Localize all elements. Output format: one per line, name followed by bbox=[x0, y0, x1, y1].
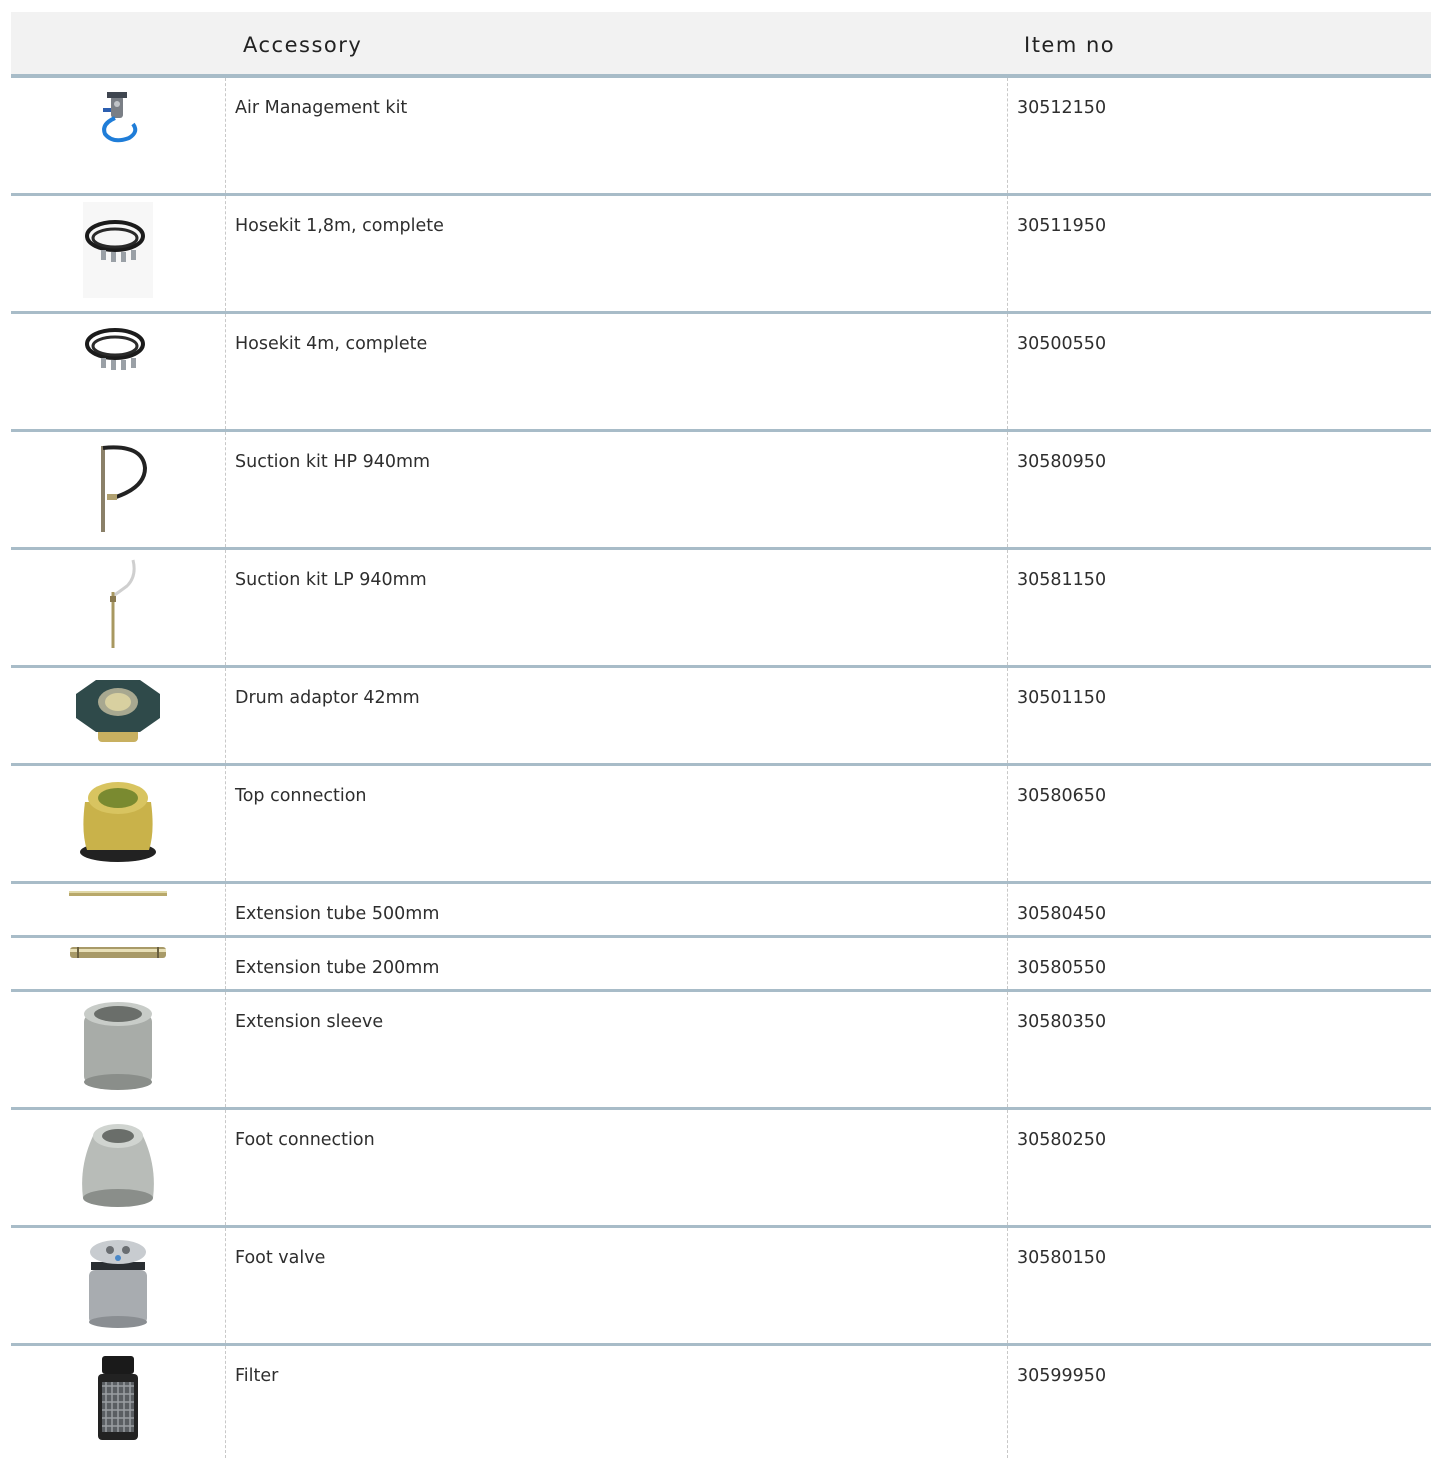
accessory-name: Extension tube 500mm bbox=[235, 904, 440, 924]
table-row: Extension tube 200mm 30580550 bbox=[11, 938, 1431, 992]
table-row: Filter 30599950 bbox=[11, 1346, 1431, 1458]
foot-connection-image bbox=[11, 1110, 225, 1225]
item-number: 30580150 bbox=[1017, 1248, 1107, 1268]
air-management-kit-image bbox=[11, 78, 225, 193]
filter-image bbox=[11, 1346, 225, 1458]
accessory-name: Top connection bbox=[235, 786, 367, 806]
table-header: Accessory Item no bbox=[11, 12, 1431, 78]
table-row: Foot valve 30580150 bbox=[11, 1228, 1431, 1346]
foot-valve-image bbox=[11, 1228, 225, 1343]
table-row: Hosekit 1,8m, complete 30511950 bbox=[11, 196, 1431, 314]
accessory-name: Extension sleeve bbox=[235, 1012, 384, 1032]
drum-adaptor-image bbox=[11, 668, 225, 763]
extension-tube-500-image bbox=[11, 884, 225, 935]
accessory-name: Air Management kit bbox=[235, 98, 408, 118]
item-number: 30580650 bbox=[1017, 786, 1107, 806]
item-number: 30501150 bbox=[1017, 688, 1107, 708]
item-number: 30580450 bbox=[1017, 904, 1107, 924]
item-number: 30580550 bbox=[1017, 958, 1107, 978]
extension-sleeve-image bbox=[11, 992, 225, 1107]
accessory-name: Filter bbox=[235, 1366, 279, 1386]
accessory-name: Foot valve bbox=[235, 1248, 326, 1268]
accessory-name: Suction kit HP 940mm bbox=[235, 452, 431, 472]
item-number: 30580250 bbox=[1017, 1130, 1107, 1150]
header-accessory: Accessory bbox=[243, 33, 363, 57]
top-connection-image bbox=[11, 766, 225, 881]
table-row: Suction kit LP 940mm 30581150 bbox=[11, 550, 1431, 668]
table-row: Foot connection 30580250 bbox=[11, 1110, 1431, 1228]
table-row: Air Management kit 30512150 bbox=[11, 78, 1431, 196]
suction-kit-lp-image bbox=[11, 550, 225, 665]
item-number: 30511950 bbox=[1017, 216, 1107, 236]
table-row: Suction kit HP 940mm 30580950 bbox=[11, 432, 1431, 550]
table-row: Extension tube 500mm 30580450 bbox=[11, 884, 1431, 938]
accessory-name: Hosekit 4m, complete bbox=[235, 334, 428, 354]
table-row: Hosekit 4m, complete 30500550 bbox=[11, 314, 1431, 432]
item-number: 30500550 bbox=[1017, 334, 1107, 354]
table-row: Extension sleeve 30580350 bbox=[11, 992, 1431, 1110]
item-number: 30512150 bbox=[1017, 98, 1107, 118]
accessory-name: Drum adaptor 42mm bbox=[235, 688, 420, 708]
item-number: 30580950 bbox=[1017, 452, 1107, 472]
accessory-table: Accessory Item no Air Management kit 305… bbox=[11, 12, 1431, 1458]
item-number: 30599950 bbox=[1017, 1366, 1107, 1386]
item-number: 30580350 bbox=[1017, 1012, 1107, 1032]
header-item-no: Item no bbox=[1024, 33, 1116, 57]
accessory-name: Suction kit LP 940mm bbox=[235, 570, 427, 590]
accessory-name: Foot connection bbox=[235, 1130, 375, 1150]
extension-tube-200-image bbox=[11, 938, 225, 989]
table-row: Top connection 30580650 bbox=[11, 766, 1431, 884]
item-number: 30581150 bbox=[1017, 570, 1107, 590]
accessory-name: Hosekit 1,8m, complete bbox=[235, 216, 444, 236]
accessory-name: Extension tube 200mm bbox=[235, 958, 440, 978]
hosekit-image bbox=[11, 196, 225, 311]
suction-kit-hp-image bbox=[11, 432, 225, 547]
hosekit-image bbox=[11, 314, 225, 429]
table-row: Drum adaptor 42mm 30501150 bbox=[11, 668, 1431, 766]
